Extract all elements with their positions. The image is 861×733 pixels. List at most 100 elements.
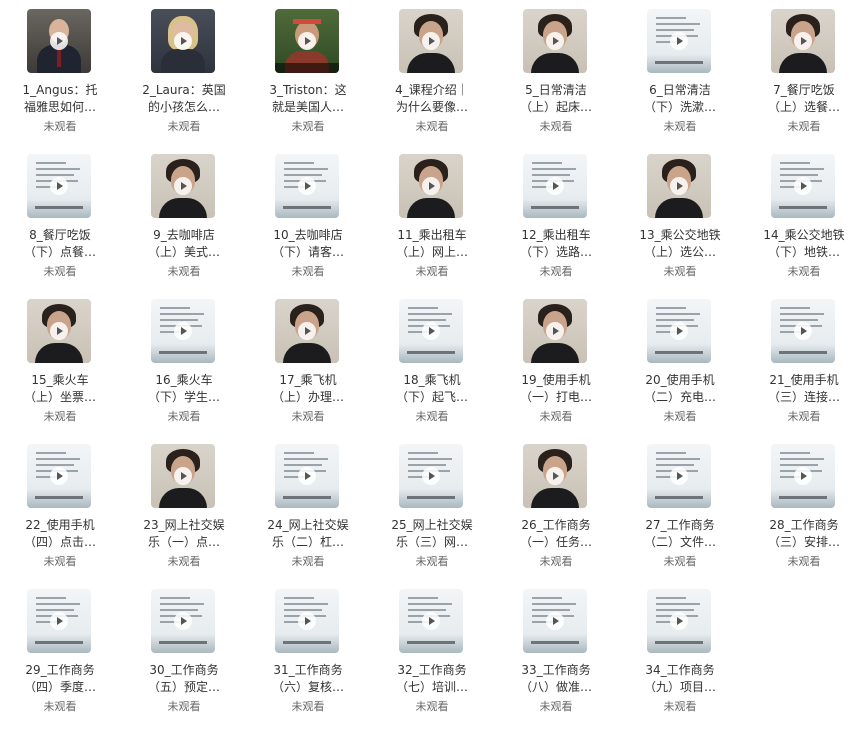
video-thumbnail[interactable] <box>275 444 339 508</box>
video-title[interactable]: 16_乘火车 （下）学生… <box>124 372 244 406</box>
video-thumbnail[interactable] <box>151 154 215 218</box>
video-card[interactable]: 5_日常清洁 （上）起床… 未观看 <box>496 0 616 138</box>
video-thumbnail[interactable] <box>523 589 587 653</box>
video-title[interactable]: 19_使用手机 （一）打电… <box>496 372 616 406</box>
video-title[interactable]: 4_课程介绍｜ 为什么要像… <box>372 82 492 116</box>
video-thumbnail[interactable] <box>771 299 835 363</box>
video-title[interactable]: 14_乘公交地铁 （下）地铁… <box>744 227 861 261</box>
video-thumbnail[interactable] <box>27 444 91 508</box>
video-title[interactable]: 25_网上社交娱 乐（三）网… <box>372 517 492 551</box>
video-title[interactable]: 21_使用手机 （三）连接… <box>744 372 861 406</box>
video-title[interactable]: 31_工作商务 （六）复核… <box>248 662 368 696</box>
video-thumbnail[interactable] <box>151 299 215 363</box>
video-title[interactable]: 3_Triston：这 就是美国人… <box>248 82 368 116</box>
video-title[interactable]: 15_乘火车 （上）坐票… <box>0 372 120 406</box>
video-thumbnail[interactable] <box>275 9 339 73</box>
video-card[interactable]: 15_乘火车 （上）坐票… 未观看 <box>0 290 120 428</box>
video-card[interactable]: 24_网上社交娱 乐（二）杠… 未观看 <box>248 435 368 573</box>
video-card[interactable]: 31_工作商务 （六）复核… 未观看 <box>248 580 368 718</box>
video-thumbnail[interactable] <box>399 154 463 218</box>
video-card[interactable]: 25_网上社交娱 乐（三）网… 未观看 <box>372 435 492 573</box>
video-title[interactable]: 12_乘出租车 （下）选路… <box>496 227 616 261</box>
video-thumbnail[interactable] <box>275 154 339 218</box>
video-card[interactable]: 14_乘公交地铁 （下）地铁… 未观看 <box>744 145 861 283</box>
video-thumbnail[interactable] <box>771 154 835 218</box>
video-card[interactable]: 13_乘公交地铁 （上）选公… 未观看 <box>620 145 740 283</box>
video-thumbnail[interactable] <box>647 299 711 363</box>
video-title[interactable]: 27_工作商务 （二）文件… <box>620 517 740 551</box>
video-title[interactable]: 24_网上社交娱 乐（二）杠… <box>248 517 368 551</box>
video-thumbnail[interactable] <box>27 589 91 653</box>
video-card[interactable]: 10_去咖啡店 （下）请客… 未观看 <box>248 145 368 283</box>
video-title[interactable]: 30_工作商务 （五）预定… <box>124 662 244 696</box>
video-title[interactable]: 32_工作商务 （七）培训… <box>372 662 492 696</box>
video-thumbnail[interactable] <box>771 9 835 73</box>
video-title[interactable]: 18_乘飞机 （下）起飞… <box>372 372 492 406</box>
video-card[interactable]: 12_乘出租车 （下）选路… 未观看 <box>496 145 616 283</box>
video-title[interactable]: 28_工作商务 （三）安排… <box>744 517 861 551</box>
video-thumbnail[interactable] <box>523 299 587 363</box>
video-card[interactable]: 6_日常清洁 （下）洗漱… 未观看 <box>620 0 740 138</box>
video-card[interactable]: 28_工作商务 （三）安排… 未观看 <box>744 435 861 573</box>
video-card[interactable]: 26_工作商务 （一）任务… 未观看 <box>496 435 616 573</box>
video-thumbnail[interactable] <box>399 589 463 653</box>
video-thumbnail[interactable] <box>647 444 711 508</box>
video-title[interactable]: 26_工作商务 （一）任务… <box>496 517 616 551</box>
video-title[interactable]: 8_餐厅吃饭 （下）点餐… <box>0 227 120 261</box>
video-thumbnail[interactable] <box>771 444 835 508</box>
video-thumbnail[interactable] <box>523 9 587 73</box>
video-thumbnail[interactable] <box>399 299 463 363</box>
video-title[interactable]: 29_工作商务 （四）季度… <box>0 662 120 696</box>
video-thumbnail[interactable] <box>151 589 215 653</box>
video-card[interactable]: 27_工作商务 （二）文件… 未观看 <box>620 435 740 573</box>
video-card[interactable]: 8_餐厅吃饭 （下）点餐… 未观看 <box>0 145 120 283</box>
video-card[interactable]: 23_网上社交娱 乐（一）点… 未观看 <box>124 435 244 573</box>
video-title[interactable]: 13_乘公交地铁 （上）选公… <box>620 227 740 261</box>
video-thumbnail[interactable] <box>523 444 587 508</box>
video-card[interactable]: 2_Laura：英国 的小孩怎么… 未观看 <box>124 0 244 138</box>
video-card[interactable]: 32_工作商务 （七）培训… 未观看 <box>372 580 492 718</box>
video-thumbnail[interactable] <box>27 9 91 73</box>
video-thumbnail[interactable] <box>647 9 711 73</box>
video-card[interactable]: 7_餐厅吃饭 （上）选餐… 未观看 <box>744 0 861 138</box>
video-card[interactable]: 18_乘飞机 （下）起飞… 未观看 <box>372 290 492 428</box>
video-title[interactable]: 22_使用手机 （四）点击… <box>0 517 120 551</box>
video-title[interactable]: 9_去咖啡店 （上）美式… <box>124 227 244 261</box>
video-card[interactable]: 4_课程介绍｜ 为什么要像… 未观看 <box>372 0 492 138</box>
video-card[interactable]: 22_使用手机 （四）点击… 未观看 <box>0 435 120 573</box>
video-card[interactable]: 17_乘飞机 （上）办理… 未观看 <box>248 290 368 428</box>
video-card[interactable]: 16_乘火车 （下）学生… 未观看 <box>124 290 244 428</box>
video-thumbnail[interactable] <box>275 299 339 363</box>
video-title[interactable]: 1_Angus：托 福雅思如何… <box>0 82 120 116</box>
video-thumbnail[interactable] <box>151 9 215 73</box>
video-thumbnail[interactable] <box>399 9 463 73</box>
video-title[interactable]: 23_网上社交娱 乐（一）点… <box>124 517 244 551</box>
video-card[interactable]: 20_使用手机 （二）充电… 未观看 <box>620 290 740 428</box>
video-card[interactable]: 33_工作商务 （八）做准… 未观看 <box>496 580 616 718</box>
video-thumbnail[interactable] <box>647 589 711 653</box>
video-thumbnail[interactable] <box>151 444 215 508</box>
video-thumbnail[interactable] <box>27 299 91 363</box>
video-card[interactable]: 34_工作商务 （九）项目… 未观看 <box>620 580 740 718</box>
video-card[interactable]: 19_使用手机 （一）打电… 未观看 <box>496 290 616 428</box>
video-title[interactable]: 5_日常清洁 （上）起床… <box>496 82 616 116</box>
video-thumbnail[interactable] <box>399 444 463 508</box>
video-card[interactable]: 30_工作商务 （五）预定… 未观看 <box>124 580 244 718</box>
video-card[interactable]: 29_工作商务 （四）季度… 未观看 <box>0 580 120 718</box>
video-title[interactable]: 11_乘出租车 （上）网上… <box>372 227 492 261</box>
video-title[interactable]: 10_去咖啡店 （下）请客… <box>248 227 368 261</box>
video-thumbnail[interactable] <box>275 589 339 653</box>
video-title[interactable]: 6_日常清洁 （下）洗漱… <box>620 82 740 116</box>
video-title[interactable]: 2_Laura：英国 的小孩怎么… <box>124 82 244 116</box>
video-title[interactable]: 33_工作商务 （八）做准… <box>496 662 616 696</box>
video-title[interactable]: 20_使用手机 （二）充电… <box>620 372 740 406</box>
video-title[interactable]: 34_工作商务 （九）项目… <box>620 662 740 696</box>
video-thumbnail[interactable] <box>647 154 711 218</box>
video-card[interactable]: 11_乘出租车 （上）网上… 未观看 <box>372 145 492 283</box>
video-card[interactable]: 9_去咖啡店 （上）美式… 未观看 <box>124 145 244 283</box>
video-title[interactable]: 7_餐厅吃饭 （上）选餐… <box>744 82 861 116</box>
video-card[interactable]: 21_使用手机 （三）连接… 未观看 <box>744 290 861 428</box>
video-thumbnail[interactable] <box>27 154 91 218</box>
video-card[interactable]: 3_Triston：这 就是美国人… 未观看 <box>248 0 368 138</box>
video-card[interactable]: 1_Angus：托 福雅思如何… 未观看 <box>0 0 120 138</box>
